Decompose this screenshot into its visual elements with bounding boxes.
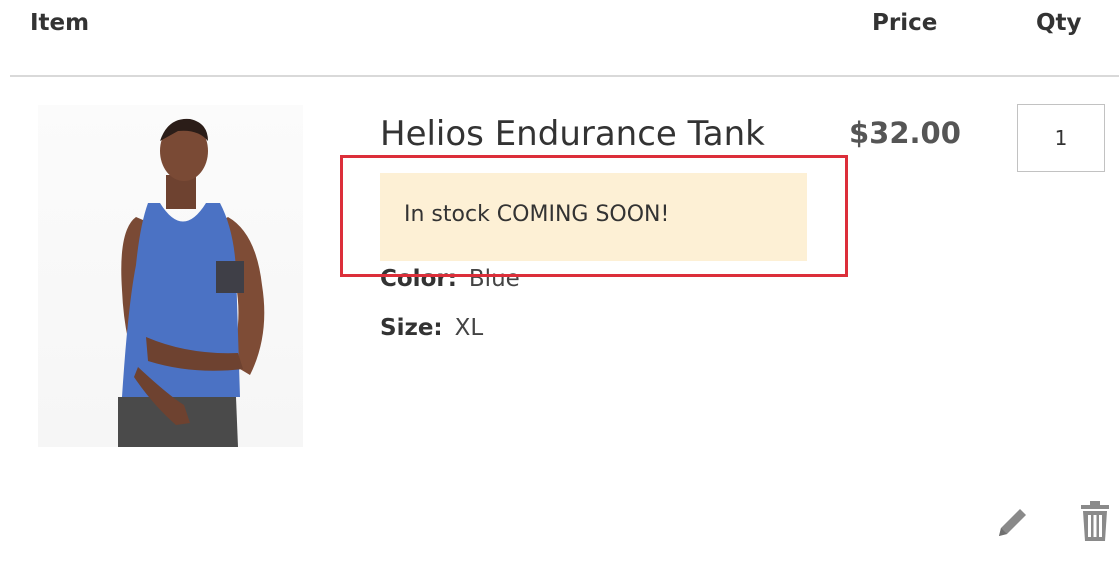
- column-header-price: Price: [872, 10, 938, 36]
- option-size: Size: XL: [380, 315, 483, 341]
- option-size-label: Size:: [380, 315, 443, 341]
- header-divider: [10, 75, 1119, 77]
- product-image-link[interactable]: [38, 105, 303, 447]
- item-price: $32.00: [849, 116, 961, 150]
- stock-notice-text: In stock COMING SOON!: [404, 202, 670, 227]
- option-color-value: Blue: [468, 266, 520, 292]
- product-photo: [118, 118, 265, 447]
- option-size-value: XL: [454, 315, 484, 341]
- column-header-qty: Qty: [1036, 10, 1082, 36]
- pencil-icon[interactable]: [996, 505, 1030, 539]
- option-color-label: Color:: [380, 266, 457, 292]
- qty-input[interactable]: [1017, 104, 1105, 172]
- stock-notice: In stock COMING SOON!: [380, 173, 807, 261]
- product-name-link[interactable]: Helios Endurance Tank: [380, 114, 765, 154]
- trash-icon[interactable]: [1080, 501, 1110, 541]
- column-header-item: Item: [30, 10, 90, 36]
- option-color: Color: Blue: [380, 266, 520, 292]
